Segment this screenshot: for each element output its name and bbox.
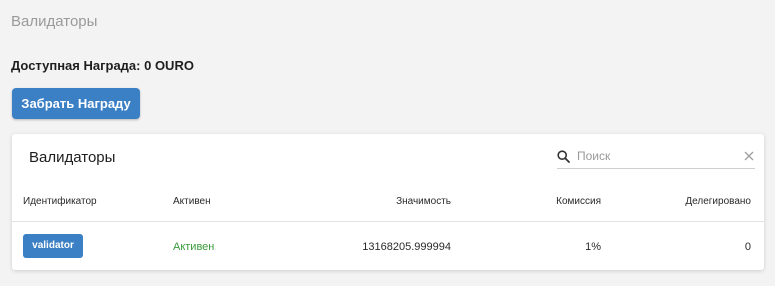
delegated-value: 0 — [744, 241, 751, 253]
validator-id-button[interactable]: validator — [23, 234, 83, 258]
validators-card: Валидаторы Идентификатор Активен Значимо… — [12, 134, 764, 270]
close-icon[interactable] — [743, 150, 755, 162]
column-header-commission[interactable]: Комиссия — [556, 196, 601, 207]
validators-table-title: Валидаторы — [29, 149, 116, 166]
active-status: Активен — [173, 241, 215, 253]
search-input[interactable] — [577, 147, 727, 165]
column-header-delegated[interactable]: Делегировано — [685, 196, 751, 207]
available-reward-text: Доступная Награда: 0 OURO — [11, 58, 194, 73]
commission-value: 1% — [585, 241, 601, 253]
search-box — [557, 146, 755, 169]
column-header-active[interactable]: Активен — [173, 196, 211, 207]
significance-value: 13168205.999994 — [362, 241, 451, 253]
page-title: Валидаторы — [11, 13, 98, 30]
column-header-id[interactable]: Идентификатор — [23, 196, 97, 207]
column-header-significance[interactable]: Значимость — [396, 196, 451, 207]
claim-reward-button[interactable]: Забрать Награду — [12, 88, 140, 119]
search-icon — [557, 150, 570, 163]
header-divider — [12, 221, 764, 222]
